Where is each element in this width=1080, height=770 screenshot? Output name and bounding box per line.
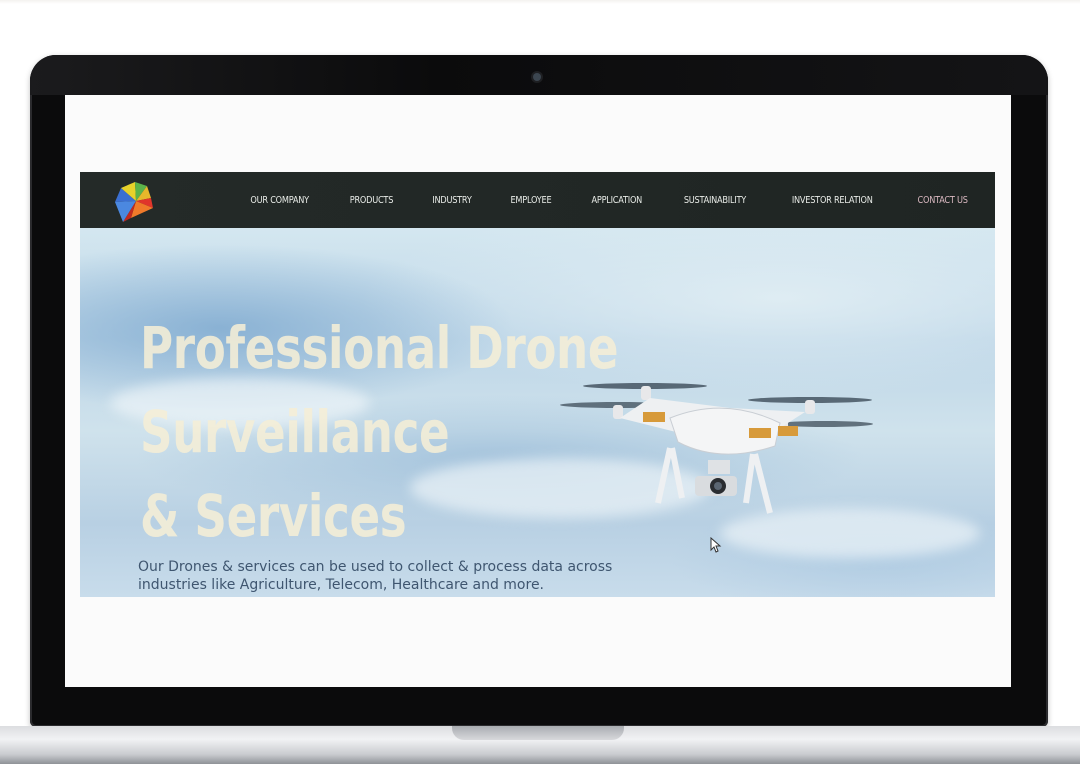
nav-item-products[interactable]: PRODUCTS: [350, 195, 394, 206]
laptop-display: OUR COMPANY PRODUCTS INDUSTRY EMPLOYEE A…: [65, 95, 1011, 687]
hero-section: Professional Drone Surveillance & Servic…: [80, 228, 995, 597]
pinwheel-logo-icon[interactable]: [113, 178, 159, 224]
nav-item-investor-relation[interactable]: INVESTOR RELATION: [792, 195, 873, 206]
hero-subtitle: Our Drones & services can be used to col…: [138, 558, 658, 594]
hero-subtitle-line: Our Drones & services can be used to col…: [138, 559, 613, 575]
hero-title-line: Surveillance: [140, 398, 450, 466]
laptop-hinge-notch: [452, 726, 624, 740]
nav-item-application[interactable]: APPLICATION: [591, 195, 642, 206]
mouse-pointer-icon: [710, 537, 722, 553]
nav-item-sustainability[interactable]: SUSTAINABILITY: [684, 195, 746, 206]
photo-stage: OUR COMPANY PRODUCTS INDUSTRY EMPLOYEE A…: [0, 0, 1080, 770]
hero-subtitle-line: industries like Agriculture, Telecom, He…: [138, 577, 545, 593]
website: OUR COMPANY PRODUCTS INDUSTRY EMPLOYEE A…: [80, 172, 995, 597]
quadcopter-drone-icon: [560, 383, 873, 514]
nav-item-industry[interactable]: INDUSTRY: [432, 195, 472, 206]
laptop-bezel: OUR COMPANY PRODUCTS INDUSTRY EMPLOYEE A…: [30, 55, 1048, 727]
hero-title: Professional Drone Surveillance & Servic…: [140, 306, 619, 558]
nav-item-employee[interactable]: EMPLOYEE: [510, 195, 551, 206]
nav-item-our-company[interactable]: OUR COMPANY: [250, 195, 309, 206]
webcam-icon: [533, 73, 541, 81]
hero-title-line: Professional Drone: [140, 314, 619, 382]
hero-title-line: & Services: [140, 482, 407, 550]
nav-item-contact-us[interactable]: CONTACT US: [917, 195, 967, 206]
site-navbar: OUR COMPANY PRODUCTS INDUSTRY EMPLOYEE A…: [80, 172, 995, 228]
nav-menu: OUR COMPANY PRODUCTS INDUSTRY EMPLOYEE A…: [214, 172, 973, 228]
